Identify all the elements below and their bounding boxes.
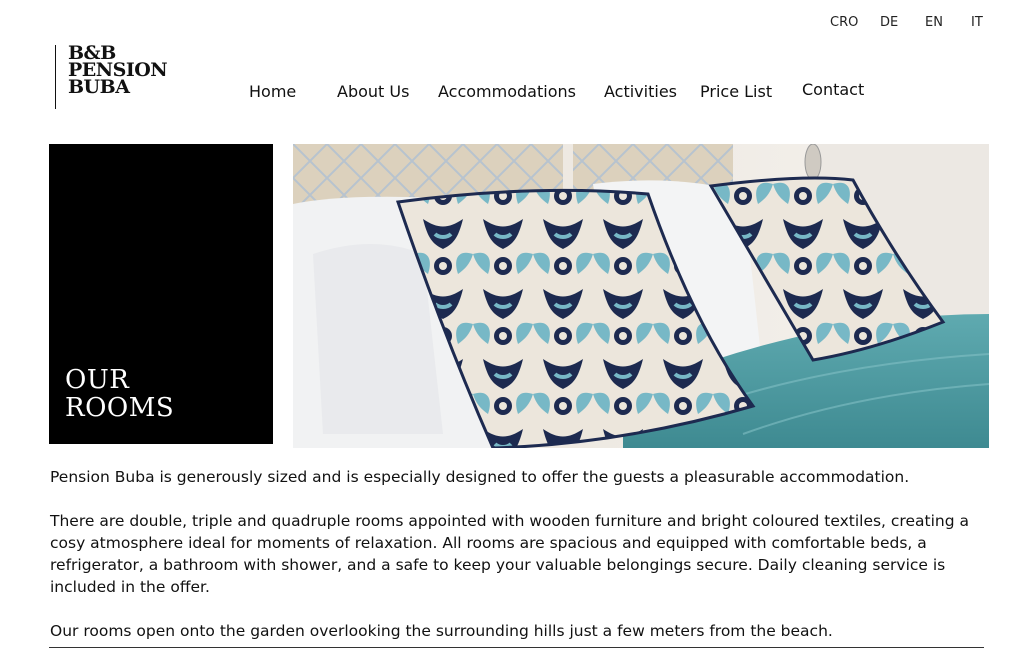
logo-line-buba: BUBA xyxy=(68,76,130,98)
nav-home-link[interactable]: Home xyxy=(249,82,296,101)
page-title-box: OUR ROOMS xyxy=(49,144,273,444)
rooms-description: Pension Buba is generously sized and is … xyxy=(50,466,990,642)
lang-de-link[interactable]: DE xyxy=(880,15,898,30)
site-logo[interactable]: B&B PENSION BUBA xyxy=(55,44,168,109)
page-title-line-2: ROOMS xyxy=(65,393,175,423)
nav-accommodations-link[interactable]: Accommodations xyxy=(438,82,576,101)
content-divider xyxy=(49,647,984,648)
nav-about-link[interactable]: About Us xyxy=(337,82,409,101)
garden-paragraph: Our rooms open onto the garden overlooki… xyxy=(50,622,833,640)
lang-it-link[interactable]: IT xyxy=(971,15,983,30)
nav-activities-link[interactable]: Activities xyxy=(604,82,677,101)
rooms-paragraph: There are double, triple and quadruple r… xyxy=(50,512,969,596)
hero-room-image xyxy=(293,144,989,448)
intro-paragraph: Pension Buba is generously sized and is … xyxy=(50,468,910,486)
nav-price-list-link[interactable]: Price List xyxy=(700,82,772,101)
lang-cro-link[interactable]: CRO xyxy=(830,15,858,30)
page-title-line-1: OUR xyxy=(65,365,130,395)
language-selector: CRO DE EN IT xyxy=(0,15,1015,33)
nav-contact-link[interactable]: Contact xyxy=(802,80,864,99)
lang-en-link[interactable]: EN xyxy=(925,15,943,30)
